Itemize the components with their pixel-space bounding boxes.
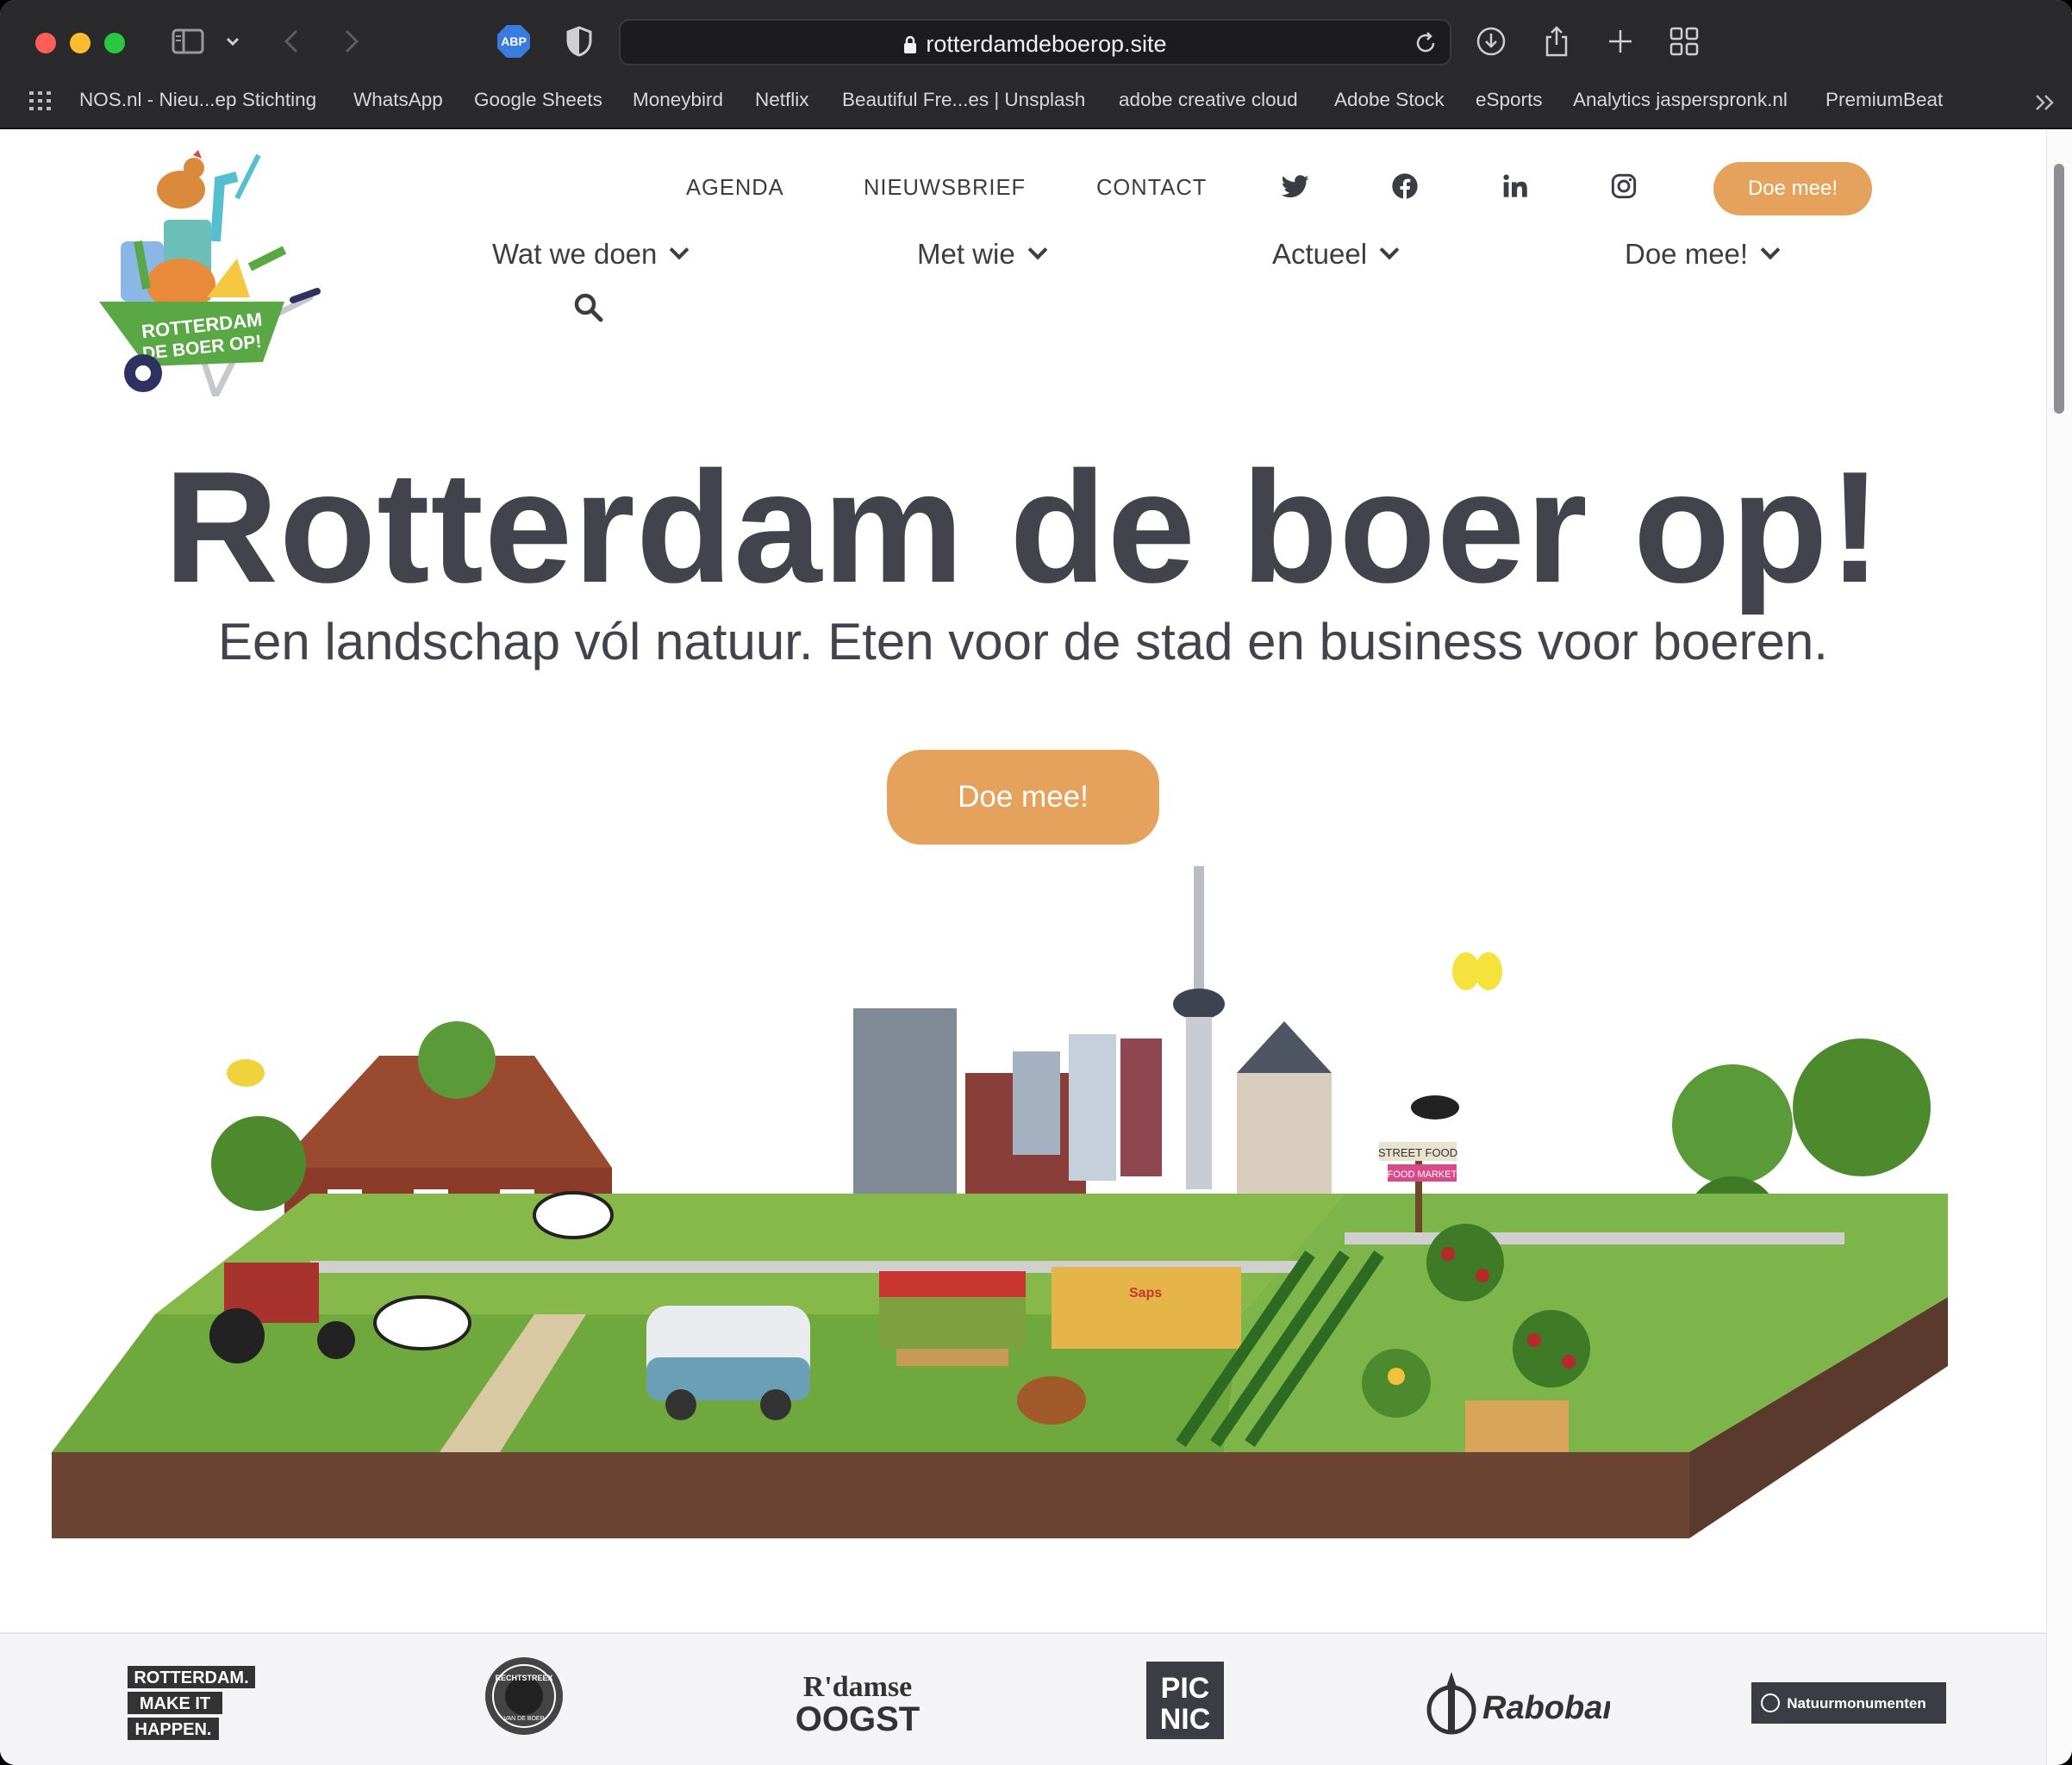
menu-item-met-wie[interactable]: Met wie <box>917 238 1048 271</box>
chevron-down-icon[interactable] <box>222 21 243 62</box>
menu-label: Actueel <box>1272 238 1368 270</box>
back-icon[interactable] <box>278 21 305 62</box>
svg-text:STREET FOOD: STREET FOOD <box>1378 1146 1457 1159</box>
svg-text:R'damse: R'damse <box>803 1671 913 1703</box>
svg-text:Natuurmonumenten: Natuurmonumenten <box>1787 1695 1926 1712</box>
bookmark-analytics[interactable]: Analytics jasperspronk.nl <box>1573 89 1788 115</box>
svg-text:MAKE IT: MAKE IT <box>140 1694 210 1713</box>
partner-logo-rabobank[interactable]: Rabobank <box>1424 1665 1643 1742</box>
chevron-down-icon <box>1760 240 1781 260</box>
menu-label: Met wie <box>917 238 1015 270</box>
partner-logo-natuurmonumenten[interactable]: Natuurmonumenten <box>1751 1682 1946 1728</box>
apps-grid-icon[interactable] <box>29 91 52 115</box>
browser-window: ABP rotterdamdeboerop.site NOS.nl - Nieu… <box>0 0 2072 1765</box>
zoom-window-button[interactable] <box>104 33 125 53</box>
scrollbar-thumb[interactable] <box>2054 164 2064 414</box>
chevron-down-icon <box>670 240 690 260</box>
reload-icon[interactable] <box>1414 31 1438 59</box>
nav-link-nieuwsbrief[interactable]: NIEUWSBRIEF <box>864 176 1026 201</box>
svg-text:RECHTSTREEX: RECHTSTREEX <box>495 1674 552 1682</box>
url-text: rotterdamdeboerop.site <box>926 31 1167 57</box>
svg-text:Rabobank: Rabobank <box>1482 1690 1610 1726</box>
nav-link-contact[interactable]: CONTACT <box>1096 176 1207 201</box>
svg-text:Saps: Saps <box>1129 1286 1162 1300</box>
svg-text:FOOD MARKET: FOOD MARKET <box>1388 1169 1457 1180</box>
menu-item-actueel[interactable]: Actueel <box>1272 238 1400 271</box>
bookmark-esports[interactable]: eSports <box>1476 89 1543 115</box>
minimize-window-button[interactable] <box>70 33 90 53</box>
hero-landscape-illustration: Saps STREET FOOD FOOD MARKET <box>52 849 1991 1556</box>
svg-text:HAPPEN.: HAPPEN. <box>135 1720 212 1739</box>
search-icon[interactable] <box>574 293 603 327</box>
hero-title: Rotterdam de boer op! <box>164 438 1882 615</box>
svg-text:OOGST: OOGST <box>796 1700 920 1737</box>
twitter-icon[interactable] <box>1281 172 1312 203</box>
forward-icon[interactable] <box>338 21 365 62</box>
bookmark-unsplash[interactable]: Beautiful Fre...es | Unsplash <box>842 89 1085 115</box>
sidebar-toggle-icon[interactable] <box>169 21 207 62</box>
partners-bar: ROTTERDAM. MAKE IT HAPPEN. RECHTSTREEX VA… <box>0 1632 2046 1765</box>
lock-icon <box>904 35 917 53</box>
address-bar-url: rotterdamdeboerop.site <box>621 31 1450 58</box>
bookmark-adobe-stock[interactable]: Adobe Stock <box>1334 89 1445 115</box>
bookmark-nos[interactable]: NOS.nl - Nieu...ep Stichting <box>79 89 316 115</box>
svg-text:VAN DE BOER: VAN DE BOER <box>503 1716 544 1722</box>
butterfly-icon <box>1452 952 1502 990</box>
linkedin-icon[interactable] <box>1501 172 1532 203</box>
svg-text:ABP: ABP <box>501 34 527 48</box>
svg-text:NIC: NIC <box>1160 1703 1211 1736</box>
privacy-shield-icon[interactable] <box>560 21 598 62</box>
menu-item-doe-mee[interactable]: Doe mee! <box>1625 238 1781 271</box>
share-icon[interactable] <box>1538 21 1576 62</box>
bookmark-moneybird[interactable]: Moneybird <box>633 89 723 115</box>
downloads-icon[interactable] <box>1472 21 1510 62</box>
bookmark-netflix[interactable]: Netflix <box>755 89 809 115</box>
svg-text:ROTTERDAM.: ROTTERDAM. <box>134 1668 248 1687</box>
bookmark-google-sheets[interactable]: Google Sheets <box>474 89 602 115</box>
partner-logo-rdamse-oogst[interactable]: R'damse OOGST <box>795 1665 921 1742</box>
bookmark-premiumbeat[interactable]: PremiumBeat <box>1825 89 1943 115</box>
adblock-extension-icon[interactable]: ABP <box>495 21 533 62</box>
page-scrollbar[interactable] <box>2046 129 2072 1765</box>
browser-toolbar: ABP rotterdamdeboerop.site NOS.nl - Nieu… <box>0 0 2072 129</box>
instagram-icon[interactable] <box>1610 172 1641 203</box>
address-bar[interactable]: rotterdamdeboerop.site <box>619 19 1451 65</box>
partner-logo-rotterdam[interactable]: ROTTERDAM. MAKE IT HAPPEN. <box>128 1664 257 1746</box>
hero-cta-button[interactable]: Doe mee! <box>887 750 1159 845</box>
close-window-button[interactable] <box>35 33 56 53</box>
facebook-icon[interactable] <box>1391 172 1422 203</box>
bookmark-adobe-creative-cloud[interactable]: adobe creative cloud <box>1119 89 1298 115</box>
tab-overview-icon[interactable] <box>1665 21 1703 62</box>
bookmark-whatsapp[interactable]: WhatsApp <box>353 89 443 115</box>
menu-label: Wat we doen <box>492 238 658 270</box>
menu-item-wat-we-doen[interactable]: Wat we doen <box>492 238 690 271</box>
header-cta-button[interactable]: Doe mee! <box>1713 162 1872 215</box>
partner-logo-picnic[interactable]: PIC NIC <box>1146 1662 1224 1743</box>
site-logo[interactable]: ROTTERDAM DE BOER OP! <box>86 147 328 400</box>
chevron-down-icon <box>1027 240 1048 260</box>
chevron-down-icon <box>1379 240 1400 260</box>
new-tab-icon[interactable] <box>1601 21 1639 62</box>
more-bookmarks-icon[interactable] <box>2034 93 2056 116</box>
svg-text:PIC: PIC <box>1161 1672 1210 1705</box>
partner-logo-rechtstreex[interactable]: RECHTSTREEX VAN DE BOER <box>483 1655 565 1742</box>
nav-link-agenda[interactable]: AGENDA <box>686 176 784 201</box>
hero-subtitle: Een landschap vól natuur. Eten voor de s… <box>218 613 1828 670</box>
menu-label: Doe mee! <box>1625 238 1749 270</box>
